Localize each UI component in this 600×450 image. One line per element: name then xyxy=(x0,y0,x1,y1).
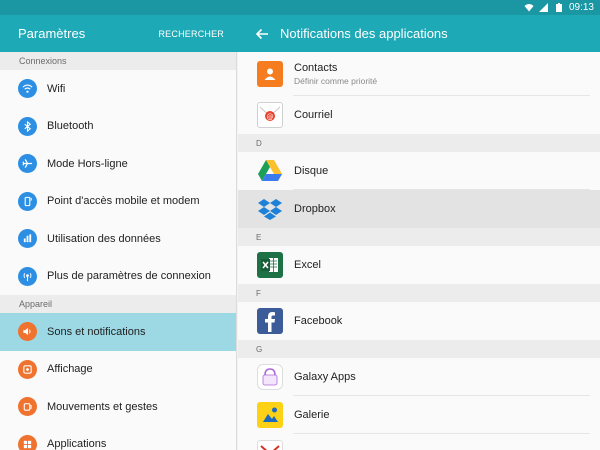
app-name: Excel xyxy=(294,259,321,271)
menu-item-hotspot[interactable]: Point d'accès mobile et modem xyxy=(0,183,236,221)
menu-item-sounds-notifications[interactable]: Sons et notifications xyxy=(0,313,236,351)
letter-header-e: E xyxy=(238,228,600,246)
app-name: Facebook xyxy=(294,315,343,327)
menu-item-label: Mouvements et gestes xyxy=(47,400,158,413)
menu-item-label: Mode Hors-ligne xyxy=(47,157,128,170)
app-priority-label: Définir comme priorité xyxy=(294,76,378,86)
status-time: 09:13 xyxy=(568,2,594,13)
menu-item-airplane[interactable]: Mode Hors-ligne xyxy=(0,145,236,183)
wifi-status-icon xyxy=(524,4,534,12)
app-notifications-list: Contacts Définir comme priorité @ Courri… xyxy=(238,52,600,450)
menu-item-display[interactable]: Affichage xyxy=(0,351,236,389)
app-row-dropbox[interactable]: Dropbox xyxy=(238,190,600,228)
app-name: Disque xyxy=(294,165,329,177)
menu-item-label: Point d'accès mobile et modem xyxy=(47,195,200,208)
app-row-gallery[interactable]: Galerie xyxy=(238,396,600,434)
app-name: Contacts xyxy=(294,62,338,74)
battery-icon xyxy=(555,3,562,12)
app-name: Dropbox xyxy=(294,203,336,215)
settings-title: Paramètres xyxy=(18,26,86,41)
drive-icon xyxy=(257,158,283,184)
status-bar: 09:13 xyxy=(0,0,600,15)
hotspot-icon xyxy=(18,191,37,211)
app-name: Galerie xyxy=(294,409,330,421)
app-row-contacts[interactable]: Contacts Définir comme priorité xyxy=(238,52,600,96)
menu-item-label: Plus de paramètres de connexion xyxy=(47,270,211,283)
signal-icon xyxy=(538,3,548,12)
menu-item-bluetooth[interactable]: Bluetooth xyxy=(0,108,236,146)
menu-item-applications[interactable]: Applications xyxy=(0,426,236,450)
display-icon xyxy=(18,359,37,379)
dropbox-icon xyxy=(257,196,283,222)
galaxy-apps-icon xyxy=(257,364,283,390)
letter-header-g: G xyxy=(238,340,600,358)
menu-item-label: Bluetooth xyxy=(47,120,94,133)
menu-item-label: Utilisation des données xyxy=(47,232,161,245)
app-notifications-header: Notifications des applications xyxy=(237,15,600,52)
app-row-gmail[interactable] xyxy=(238,434,600,450)
menu-item-data-usage[interactable]: Utilisation des données xyxy=(0,220,236,258)
page-title: Notifications des applications xyxy=(280,26,448,41)
excel-icon xyxy=(257,252,283,278)
settings-menu: Connexions Wifi Bluetooth Mode Hors-lign… xyxy=(0,52,237,450)
gmail-icon xyxy=(257,440,283,450)
airplane-icon xyxy=(18,154,37,174)
section-header-connexions: Connexions xyxy=(0,52,236,70)
menu-item-label: Affichage xyxy=(47,363,93,376)
app-name: Galaxy Apps xyxy=(294,371,356,383)
sound-icon xyxy=(18,322,37,342)
menu-item-gestures[interactable]: Mouvements et gestes xyxy=(0,388,236,426)
svg-text:@: @ xyxy=(267,113,274,121)
app-row-galaxy-apps[interactable]: Galaxy Apps xyxy=(238,358,600,396)
gesture-icon xyxy=(18,397,37,417)
gallery-icon xyxy=(257,402,283,428)
bluetooth-icon xyxy=(18,116,37,136)
menu-item-label: Sons et notifications xyxy=(47,325,146,338)
app-name: Courriel xyxy=(294,109,333,121)
menu-item-label: Wifi xyxy=(47,82,66,95)
app-row-email[interactable]: @ Courriel xyxy=(238,96,600,134)
search-button[interactable]: RECHERCHER xyxy=(158,29,224,39)
app-row-drive[interactable]: Disque xyxy=(238,152,600,190)
apps-icon xyxy=(18,434,37,450)
menu-item-more-connections[interactable]: Plus de paramètres de connexion xyxy=(0,258,236,296)
letter-header-f: F xyxy=(238,284,600,302)
menu-item-label: Applications xyxy=(47,438,107,450)
letter-header-d: D xyxy=(238,134,600,152)
data-usage-icon xyxy=(18,229,37,249)
app-row-excel[interactable]: Excel xyxy=(238,246,600,284)
back-arrow-icon[interactable] xyxy=(255,27,269,41)
wifi-icon xyxy=(18,79,37,99)
settings-header: Paramètres RECHERCHER xyxy=(0,15,237,52)
email-icon: @ xyxy=(257,102,283,128)
section-header-appareil: Appareil xyxy=(0,295,236,313)
contacts-icon xyxy=(257,61,283,87)
facebook-icon xyxy=(257,308,283,334)
more-connections-icon xyxy=(18,266,37,286)
app-row-facebook[interactable]: Facebook xyxy=(238,302,600,340)
menu-item-wifi[interactable]: Wifi xyxy=(0,70,236,108)
